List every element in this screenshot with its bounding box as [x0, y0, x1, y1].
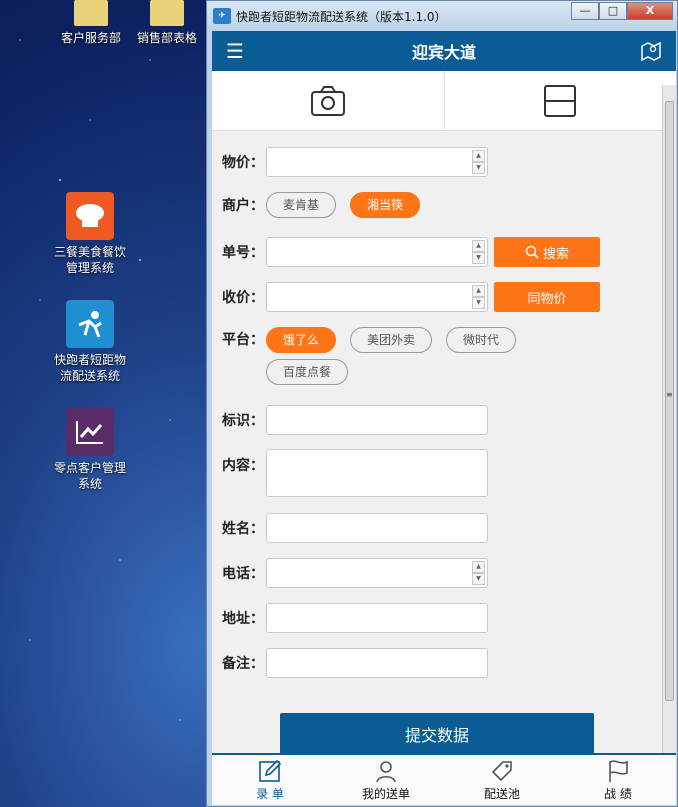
folder-icon [74, 0, 108, 26]
app-header: ☰ 迎宾大道 [212, 31, 676, 71]
flag-icon [609, 759, 628, 782]
address-label: 地址： [222, 611, 264, 627]
content-label: 内容： [222, 458, 264, 474]
window-title: 快跑者短距物流配送系统（版本1.1.0） [236, 9, 447, 24]
desktop-icon-delivery-system[interactable]: 快跑者短距物流配送系统 [50, 300, 130, 384]
window-titlebar[interactable]: ✈ 快跑者短距物流配送系统（版本1.1.0） — □ X [207, 1, 677, 31]
map-icon[interactable] [640, 41, 662, 65]
camera-icon [310, 85, 345, 116]
folder-icon [150, 0, 184, 26]
order-number-row: 单号： ▲ ▼ 搜索 [222, 237, 600, 267]
minimize-button[interactable]: — [571, 2, 599, 20]
close-button[interactable]: X [627, 2, 673, 20]
scrollbar-thumb[interactable] [665, 101, 674, 701]
tab-label: 配送池 [483, 786, 520, 801]
order-number-input[interactable]: ▲ ▼ [266, 237, 488, 267]
order-number-label: 单号： [222, 245, 264, 261]
tag-icon [491, 760, 512, 781]
user-icon [376, 760, 396, 782]
content-row: 内容： [222, 449, 488, 497]
chef-hat-icon [66, 192, 114, 240]
scrollbar[interactable]: ≡ [662, 85, 676, 755]
merchant-row: 商户： 麦肯基 湘当筷 [222, 192, 434, 218]
mark-input[interactable] [266, 405, 488, 435]
tab-enter-order[interactable]: 录 单 [212, 755, 328, 805]
mark-label: 标识： [222, 413, 264, 429]
same-price-button[interactable]: 同物价 [494, 282, 600, 312]
tab-label: 我的送单 [361, 786, 410, 801]
window-controls: — □ X [571, 2, 673, 20]
price-row: 物价： ▲ ▼ [222, 147, 488, 177]
price-label: 物价： [222, 155, 264, 171]
tab-delivery-pool[interactable]: 配送池 [444, 755, 560, 805]
platform-row: 平台： 饿了么 美团外卖 微时代百度点餐 [222, 327, 556, 385]
name-input[interactable] [266, 513, 488, 543]
search-button-label: 搜索 [542, 246, 569, 262]
tab-label: 录 单 [256, 786, 284, 801]
remark-row: 备注： [222, 648, 488, 678]
phone-input[interactable]: ▲ ▼ [266, 558, 488, 588]
search-icon [525, 245, 539, 259]
desktop-icon-label: 客户服务部 [60, 31, 121, 45]
camera-button[interactable] [212, 71, 445, 130]
edit-icon [259, 759, 282, 782]
merchant-label: 商户： [222, 198, 264, 214]
tab-achievements[interactable]: 战 绩 [560, 755, 676, 805]
platform-label: 平台： [222, 332, 264, 348]
price-input[interactable]: ▲ ▼ [266, 147, 488, 177]
platform-chip[interactable]: 百度点餐 [266, 359, 349, 385]
maximize-button[interactable]: □ [599, 2, 627, 20]
order-number-stepper[interactable]: ▲ ▼ [472, 240, 485, 264]
menu-icon[interactable]: ☰ [226, 41, 244, 61]
receive-price-label: 收价： [222, 290, 264, 306]
platform-chip[interactable]: 美团外卖 [350, 327, 433, 353]
desktop-icon-client-management[interactable]: 零点客户管理系统 [50, 408, 130, 492]
scrollbar-grip-icon: ≡ [666, 390, 673, 399]
scan-icon [544, 84, 577, 117]
address-row: 地址： [222, 603, 488, 633]
name-label: 姓名： [222, 521, 264, 537]
search-button[interactable]: 搜索 [494, 237, 600, 267]
address-input[interactable] [266, 603, 488, 633]
bottom-tab-bar: 录 单 我的送单 配送池 战 绩 [212, 753, 676, 805]
chart-trend-icon [66, 408, 114, 456]
submit-button[interactable]: 提交数据 [280, 713, 594, 755]
desktop-icon-label: 零点客户管理系统 [53, 461, 126, 491]
platform-chip[interactable]: 饿了么 [266, 327, 337, 353]
merchant-chip[interactable]: 湘当筷 [350, 192, 421, 218]
name-row: 姓名： [222, 513, 488, 543]
page-title: 迎宾大道 [411, 43, 476, 62]
scan-button[interactable] [445, 71, 677, 130]
phone-stepper[interactable]: ▲ ▼ [472, 561, 485, 585]
app-window: ✈ 快跑者短距物流配送系统（版本1.1.0） — □ X ☰ 迎宾大道 物价： … [206, 0, 678, 807]
desktop-icon-label: 销售部表格 [136, 31, 197, 45]
order-form: 物价： ▲ ▼ 商户： 麦肯基 湘当筷 单号： ▲ ▼ 搜索 收价： ▲ ▼ 同… [212, 131, 676, 751]
desktop-icon-label: 快跑者短距物流配送系统 [53, 353, 126, 383]
phone-label: 电话： [222, 566, 264, 582]
receive-price-stepper[interactable]: ▲ ▼ [472, 285, 485, 309]
app-logo-icon: ✈ [213, 8, 231, 24]
receive-price-row: 收价： ▲ ▼ 同物价 [222, 282, 600, 312]
phone-row: 电话： ▲ ▼ [222, 558, 488, 588]
receive-price-input[interactable]: ▲ ▼ [266, 282, 488, 312]
tab-label: 战 绩 [604, 786, 632, 801]
mark-row: 标识： [222, 405, 488, 435]
app-content: ☰ 迎宾大道 物价： ▲ ▼ 商户： 麦肯基 湘当筷 单号： ▲ ▼ 搜索 收价… [212, 31, 676, 805]
remark-input[interactable] [266, 648, 488, 678]
runner-icon [66, 300, 114, 348]
platform-chip[interactable]: 微时代 [446, 327, 517, 353]
desktop-icon-catering-system[interactable]: 三餐美食餐饮管理系统 [50, 192, 130, 276]
tab-my-deliveries[interactable]: 我的送单 [328, 755, 444, 805]
merchant-chip[interactable]: 麦肯基 [266, 192, 337, 218]
price-stepper[interactable]: ▲ ▼ [472, 150, 485, 174]
desktop-icon-sales-sheet[interactable]: 销售部表格 [132, 0, 202, 46]
remark-label: 备注： [222, 656, 264, 672]
desktop-icon-customer-service[interactable]: 客户服务部 [56, 0, 126, 46]
toolbar [212, 71, 676, 131]
content-textarea[interactable] [266, 449, 488, 497]
desktop-icon-label: 三餐美食餐饮管理系统 [53, 245, 126, 275]
